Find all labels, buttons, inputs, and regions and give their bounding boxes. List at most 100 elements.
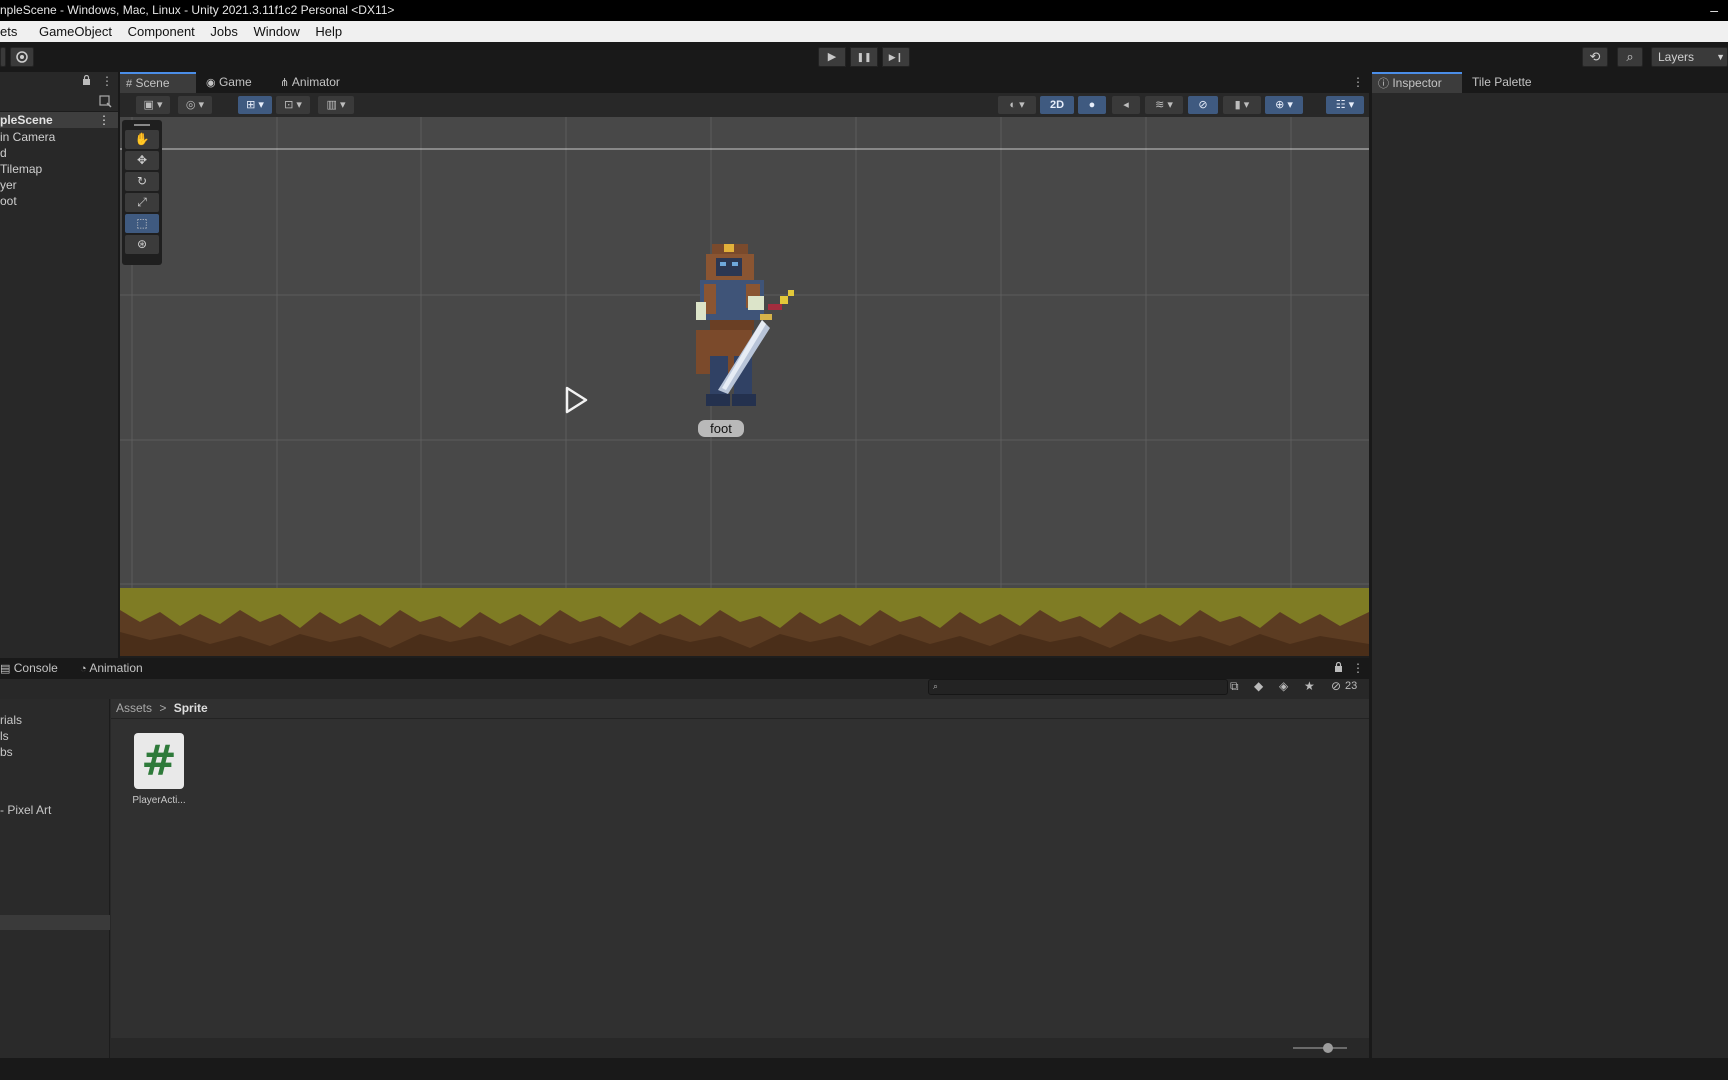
effects-dropdown[interactable]: ≋ ▾ <box>1145 96 1183 114</box>
selected-object-label: foot <box>698 420 744 437</box>
move-tool-icon[interactable]: ✥ <box>125 151 159 170</box>
play-button[interactable]: ▶ <box>818 47 846 67</box>
tab-animator[interactable]: ⋔ Animator <box>274 72 360 93</box>
menu-assets[interactable]: ets <box>0 21 23 42</box>
audio-toggle-icon[interactable]: ◂ <box>1112 96 1140 114</box>
asset-name: PlayerActi... <box>132 795 186 806</box>
tab-animation-label: Animation <box>89 661 143 675</box>
account-button[interactable] <box>0 47 6 67</box>
cloud-icon[interactable] <box>10 47 34 67</box>
search-icon: ⌕ <box>933 681 939 691</box>
snap-increment-dropdown[interactable]: ▥ ▾ <box>318 96 354 114</box>
tab-inspector[interactable]: ⓘ Inspector <box>1372 72 1462 93</box>
menu-window[interactable]: Window <box>248 21 306 42</box>
menu-gameobject[interactable]: GameObject <box>33 21 118 42</box>
menu-bar: ets GameObject Component Jobs Window Hel… <box>0 21 1728 42</box>
breadcrumb: Assets > Sprite <box>116 698 208 718</box>
search-icon <box>99 95 112 111</box>
folder-item[interactable]: bs <box>0 745 13 759</box>
rotate-tool-icon[interactable]: ↻ <box>125 172 159 191</box>
project-search-input[interactable]: ⌕ <box>928 679 1228 695</box>
menu-help[interactable]: Help <box>309 21 348 42</box>
hidden-objects-toggle-icon[interactable]: ⊘ <box>1188 96 1218 114</box>
draw-mode-dropdown[interactable]: ▣ ▾ <box>136 96 170 114</box>
ground-tilemap[interactable] <box>120 588 1369 656</box>
inspector-tabstrip: ⓘ Inspector Tile Palette <box>1372 72 1728 93</box>
undo-history-icon[interactable]: ⟲ <box>1582 47 1608 67</box>
grid-snap-dropdown[interactable]: ⊞ ▾ <box>238 96 272 114</box>
minimize-button[interactable]: – <box>1710 0 1718 21</box>
hierarchy-search-bar[interactable] <box>0 93 118 112</box>
clock-icon: ◔ <box>80 663 87 675</box>
hierarchy-item-foot[interactable]: oot <box>0 194 17 208</box>
pause-button[interactable]: ❚❚ <box>850 47 878 67</box>
label-filter-icon[interactable]: ◈ <box>1279 679 1288 693</box>
2d-toggle[interactable]: 2D <box>1040 96 1074 114</box>
panel-divider <box>1369 72 1372 1058</box>
layers-label: Layers <box>1658 50 1695 64</box>
zoom-slider[interactable] <box>1293 1043 1347 1053</box>
type-filter-icon[interactable]: ◆ <box>1254 679 1263 693</box>
hidden-packages-icon[interactable]: ⊘ <box>1331 679 1341 693</box>
camera-dropdown[interactable]: ▮ ▾ <box>1223 96 1261 114</box>
tab-game[interactable]: ◉ Game <box>200 72 270 93</box>
scene-menu-icon[interactable]: ⋮ <box>1352 75 1364 89</box>
search-icon[interactable]: ⌕ <box>1617 47 1643 67</box>
tab-console[interactable]: ▤ Console <box>0 658 72 679</box>
overlay-dropdown[interactable]: ☷ ▾ <box>1326 96 1364 114</box>
search-filter-icon[interactable]: ⧉ <box>1230 679 1239 694</box>
lighting-toggle-icon[interactable]: ● <box>1078 96 1106 114</box>
favorite-star-icon[interactable]: ★ <box>1304 679 1315 693</box>
scale-tool-icon[interactable]: ⤢ <box>125 193 159 212</box>
grid-visibility-dropdown[interactable]: ⊡ ▾ <box>276 96 310 114</box>
chevron-down-icon: ▼ <box>1716 52 1725 62</box>
zoom-slider-handle[interactable] <box>1323 1043 1333 1053</box>
tab-game-label: Game <box>218 75 252 89</box>
tab-tile-palette[interactable]: Tile Palette <box>1466 72 1566 93</box>
console-icon: ▤ <box>0 663 11 675</box>
scene-menu-icon[interactable]: ⋮ <box>98 112 110 128</box>
cursor-icon <box>565 386 588 414</box>
step-button[interactable]: ▶❙ <box>882 47 910 67</box>
scene-viewport[interactable]: foot ✋ ✥ ↻ ⤢ ⬚ ⊛ <box>120 117 1369 656</box>
menu-jobs[interactable]: Jobs <box>204 21 243 42</box>
shading-dropdown[interactable]: ◐ ▾ <box>998 96 1036 114</box>
layers-dropdown[interactable]: Layers ▼ <box>1651 47 1728 67</box>
player-sprite[interactable] <box>670 244 800 424</box>
rect-tool-icon[interactable]: ⬚ <box>125 214 159 233</box>
hierarchy-item-main-camera[interactable]: in Camera <box>0 130 55 144</box>
scene-tabstrip: # Scene ◉ Game ⋔ Animator ⋮ <box>120 72 1369 93</box>
info-icon: ⓘ <box>1378 78 1389 90</box>
asset-grid <box>111 699 1369 1058</box>
tab-animation[interactable]: ◔ Animation <box>74 658 164 679</box>
folder-item-selected[interactable] <box>0 915 110 930</box>
hierarchy-menu-icon[interactable]: ⋮ <box>101 74 113 88</box>
folder-item[interactable]: ls <box>0 729 9 743</box>
folder-item[interactable]: - Pixel Art <box>0 803 51 817</box>
menu-component[interactable]: Component <box>122 21 201 42</box>
overlay-drag-handle[interactable] <box>134 124 150 126</box>
render-mode-dropdown[interactable]: ◎ ▾ <box>178 96 212 114</box>
animator-icon: ⋔ <box>280 77 290 89</box>
bottom-tabstrip: ▤ Console ◔ Animation ⋮ <box>0 658 1369 679</box>
tab-tile-palette-label: Tile Palette <box>1472 75 1532 89</box>
gamepad-icon: ◉ <box>206 77 216 89</box>
lock-icon[interactable] <box>82 74 91 89</box>
hierarchy-item-tilemap[interactable]: Tilemap <box>0 162 42 176</box>
tab-scene[interactable]: # Scene <box>120 72 196 93</box>
tools-overlay: ✋ ✥ ↻ ⤢ ⬚ ⊛ <box>122 120 162 265</box>
hand-tool-icon[interactable]: ✋ <box>125 130 159 149</box>
hierarchy-item-player[interactable]: yer <box>0 178 17 192</box>
window-titlebar: npleScene - Windows, Mac, Linux - Unity … <box>0 0 1728 21</box>
lock-icon[interactable] <box>1334 661 1343 676</box>
scene-row[interactable]: pleScene ⋮ <box>0 112 118 128</box>
asset-item-script[interactable]: # PlayerActi... <box>126 733 192 813</box>
scene-name: pleScene <box>0 113 53 127</box>
project-menu-icon[interactable]: ⋮ <box>1352 661 1364 675</box>
hierarchy-item-grid[interactable]: d <box>0 146 7 160</box>
transform-tool-icon[interactable]: ⊛ <box>125 235 159 254</box>
gizmos-dropdown[interactable]: ⊕ ▾ <box>1265 96 1303 114</box>
folder-item[interactable]: rials <box>0 713 22 727</box>
breadcrumb-assets[interactable]: Assets <box>116 701 152 715</box>
breadcrumb-sprite[interactable]: Sprite <box>174 701 208 715</box>
